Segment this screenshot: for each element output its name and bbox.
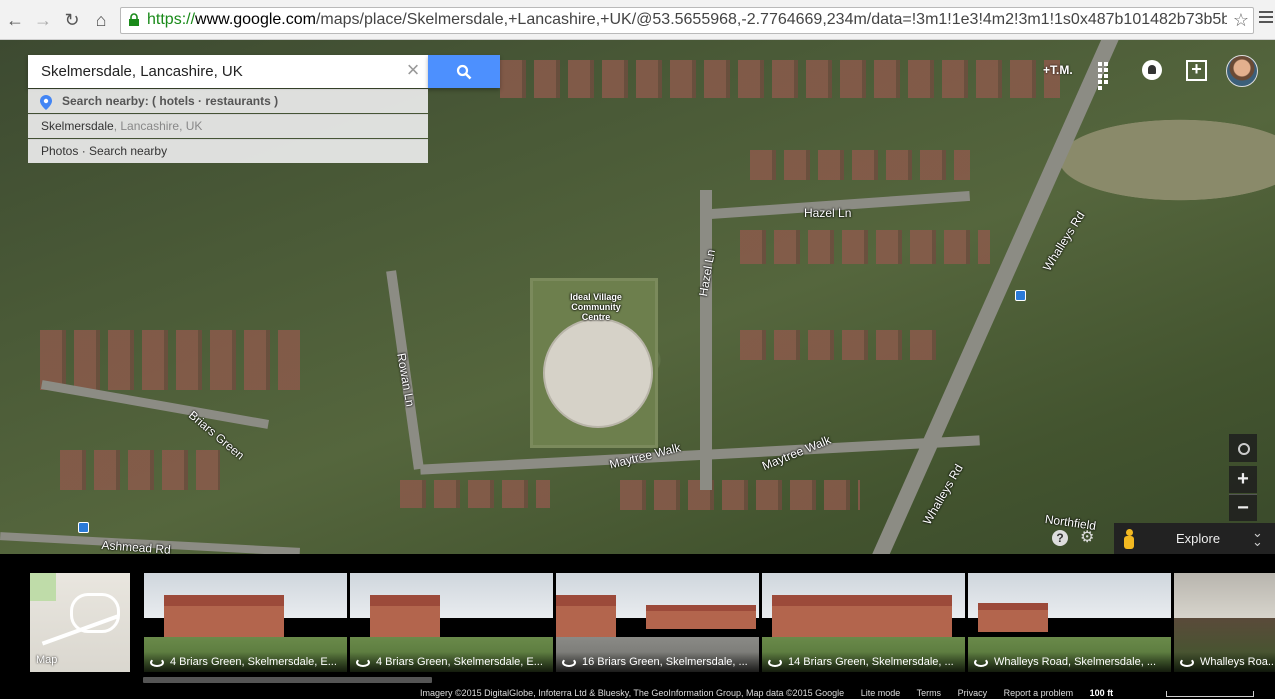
privacy-link[interactable]: Privacy bbox=[958, 688, 988, 698]
panorama-icon bbox=[562, 658, 576, 667]
explore-toggle[interactable]: Explore ⌄ ⌄ bbox=[1144, 523, 1275, 554]
search-button[interactable] bbox=[428, 55, 500, 88]
scale-label[interactable]: 100 ft bbox=[1090, 688, 1114, 698]
browser-menu-icon[interactable] bbox=[1259, 11, 1273, 26]
road-label: Hazel Ln bbox=[804, 206, 852, 220]
lite-mode-link[interactable]: Lite mode bbox=[861, 688, 901, 698]
gear-icon[interactable]: ⚙ bbox=[1080, 530, 1096, 546]
notifications-bell-icon[interactable] bbox=[1142, 60, 1162, 80]
lock-icon bbox=[129, 13, 139, 26]
suggestion-photos[interactable]: Photos · Search nearby bbox=[28, 139, 428, 163]
suggestion-place[interactable]: Skelmersdale, Lancashire, UK bbox=[28, 114, 428, 138]
houses bbox=[750, 150, 970, 180]
houses bbox=[740, 330, 940, 360]
street-view-photo[interactable]: 4 Briars Green, Skelmersdale, E... bbox=[350, 573, 553, 672]
suggestion-search-nearby[interactable]: Search nearby: ( hotels · restaurants ) bbox=[28, 89, 428, 113]
scale-bar bbox=[1166, 691, 1254, 697]
houses bbox=[620, 480, 860, 510]
report-problem-link[interactable]: Report a problem bbox=[1004, 688, 1074, 698]
url-text: https://www.google.com/maps/place/Skelme… bbox=[147, 11, 1227, 28]
houses bbox=[740, 230, 990, 264]
back-icon[interactable]: ← bbox=[4, 9, 26, 31]
bookmark-star-icon[interactable]: ☆ bbox=[1233, 10, 1249, 31]
street-view-photo[interactable]: 14 Briars Green, Skelmersdale, ... bbox=[762, 573, 965, 672]
location-pin-icon bbox=[40, 95, 52, 110]
user-profile-link[interactable]: +T.M. bbox=[1043, 63, 1073, 77]
street-view-photo[interactable]: 4 Briars Green, Skelmersdale, E... bbox=[144, 573, 347, 672]
browser-toolbar: ← → ↻ ⌂ https://www.google.com/maps/plac… bbox=[0, 0, 1275, 40]
pegman-icon[interactable] bbox=[1114, 523, 1144, 554]
search-box: × bbox=[28, 55, 428, 88]
apps-grid-icon[interactable] bbox=[1098, 62, 1115, 90]
avatar[interactable] bbox=[1226, 55, 1258, 87]
map-view-thumbnail[interactable]: Map bbox=[30, 573, 130, 672]
help-icon[interactable]: ? bbox=[1052, 530, 1068, 546]
street-view-photo[interactable]: Whalleys Roa... bbox=[1174, 573, 1275, 672]
street-view-photo[interactable]: Whalleys Road, Skelmersdale, ... bbox=[968, 573, 1171, 672]
home-icon[interactable]: ⌂ bbox=[90, 9, 112, 31]
photo-filmstrip: Map 4 Briars Green, Skelmersdale, E... 4… bbox=[0, 554, 1275, 699]
road bbox=[700, 190, 712, 490]
zoom-in-button[interactable]: + bbox=[1229, 466, 1257, 493]
houses bbox=[40, 330, 300, 390]
reload-icon[interactable]: ↻ bbox=[61, 9, 83, 31]
panorama-icon bbox=[150, 658, 164, 667]
clear-search-icon[interactable]: × bbox=[402, 59, 424, 83]
address-bar[interactable]: https://www.google.com/maps/place/Skelme… bbox=[120, 7, 1254, 34]
search-icon bbox=[456, 64, 472, 80]
panorama-icon bbox=[356, 658, 370, 667]
road-label: Whalleys Rd bbox=[920, 461, 966, 527]
chevron-down-icon: ⌄ ⌄ bbox=[1252, 525, 1263, 549]
bus-stop-icon[interactable] bbox=[1015, 290, 1026, 301]
street-view-photo[interactable]: 16 Briars Green, Skelmersdale, ... bbox=[556, 573, 759, 672]
zoom-out-button[interactable]: − bbox=[1229, 494, 1257, 521]
bus-stop-icon[interactable] bbox=[78, 522, 89, 533]
houses bbox=[60, 450, 220, 490]
houses bbox=[500, 60, 1060, 98]
map-footer: Imagery ©2015 DigitalGlobe, Infoterra Lt… bbox=[420, 688, 1275, 699]
panorama-icon bbox=[768, 658, 782, 667]
community-centre-building bbox=[543, 318, 653, 428]
road bbox=[857, 40, 1125, 554]
terms-link[interactable]: Terms bbox=[917, 688, 942, 698]
explore-label: Explore bbox=[1176, 531, 1221, 546]
panorama-icon bbox=[974, 658, 988, 667]
filmstrip-scrollbar[interactable] bbox=[143, 677, 432, 683]
search-input[interactable] bbox=[28, 55, 400, 88]
houses bbox=[400, 480, 550, 508]
map-thumbnail-label: Map bbox=[36, 654, 58, 666]
panorama-icon bbox=[1180, 658, 1194, 667]
forward-icon[interactable]: → bbox=[32, 9, 54, 31]
place-label[interactable]: Ideal Village Community Centre bbox=[556, 292, 636, 322]
attribution-text: Imagery ©2015 DigitalGlobe, Infoterra Lt… bbox=[420, 688, 845, 698]
share-plus-icon[interactable]: + bbox=[1186, 60, 1207, 81]
road-label: Whalleys Rd bbox=[1040, 208, 1088, 274]
my-location-icon[interactable] bbox=[1229, 434, 1257, 462]
road-label: Rowan Ln bbox=[394, 352, 418, 408]
